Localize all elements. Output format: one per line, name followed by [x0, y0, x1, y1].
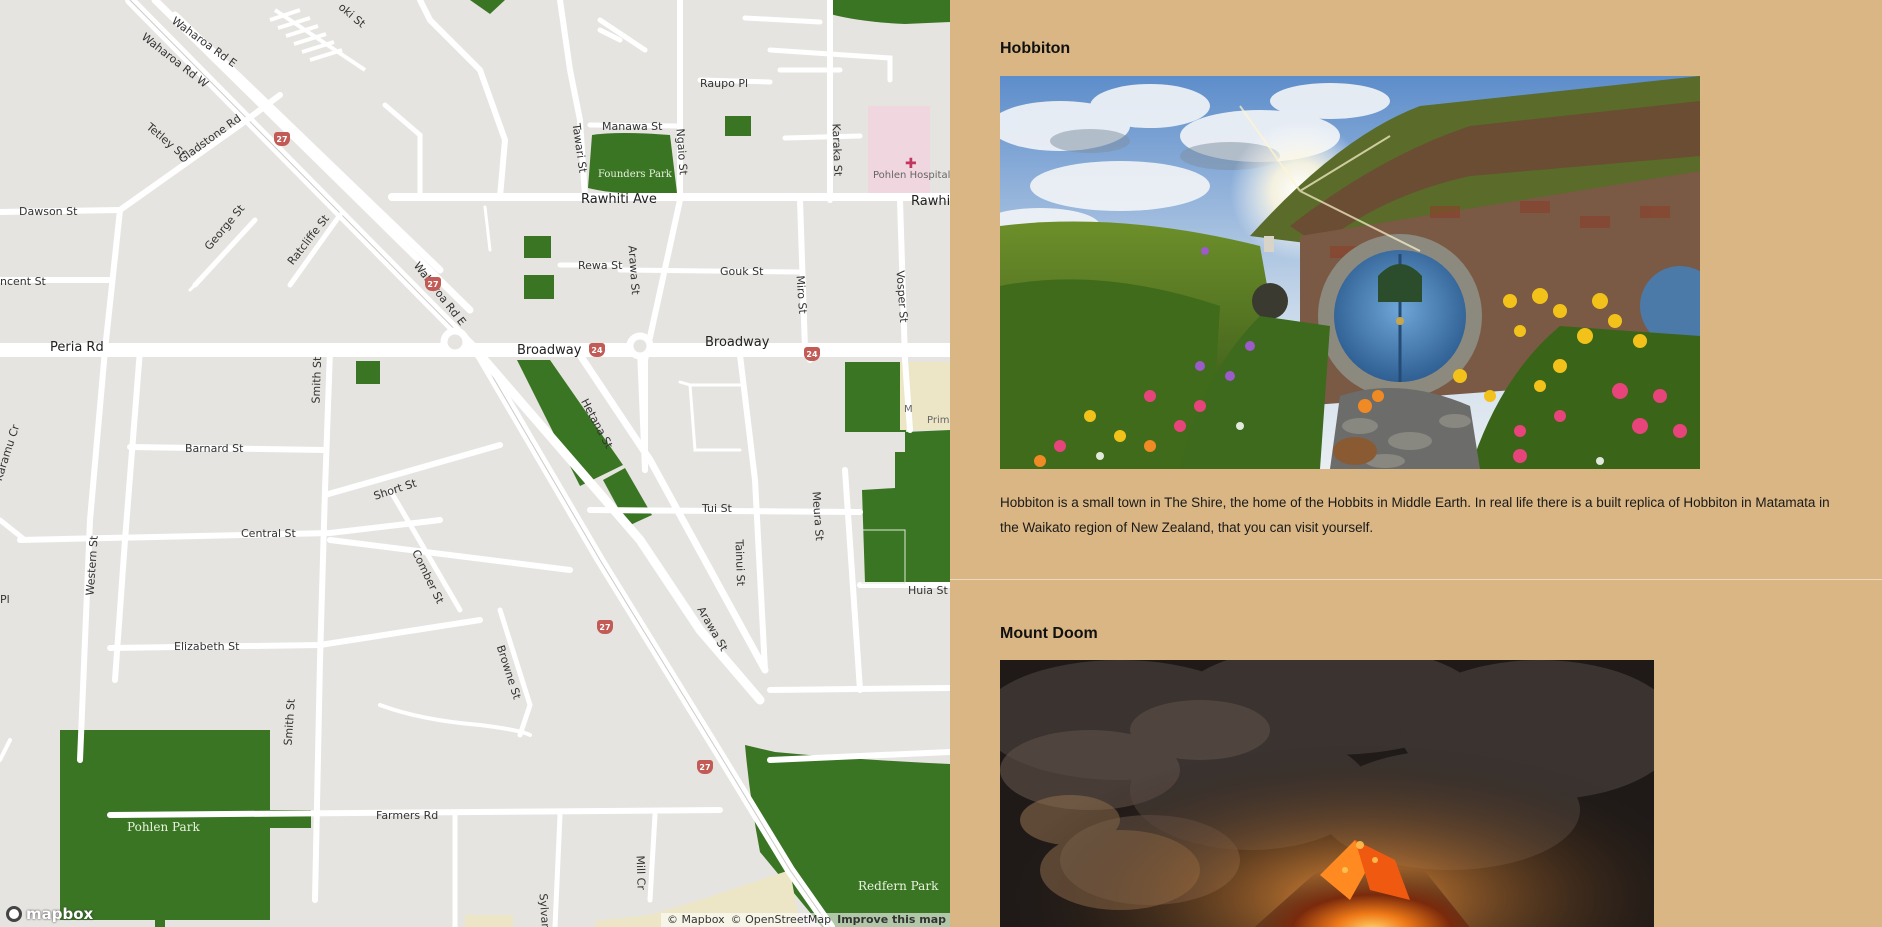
location-card-mount-doom[interactable]: Mount Doom: [950, 580, 1882, 927]
street-label: Central St: [241, 527, 296, 540]
locations-panel[interactable]: Hobbiton Hobbiton is a small town in The…: [950, 0, 1882, 927]
street-label: Dawson St: [19, 205, 78, 218]
mapbox-logo-icon: [6, 906, 22, 922]
school-label: M: [904, 404, 913, 415]
highway-shield: 27: [597, 620, 613, 634]
street-label: Manawa St: [602, 120, 663, 133]
highway-shield: 27: [425, 277, 441, 291]
street-label: Farmers Rd: [376, 809, 439, 822]
street-label: Gouk St: [720, 265, 764, 278]
street-label: Rawhit: [911, 194, 950, 209]
street-label: Karaka St: [829, 123, 845, 177]
street-label: Barnard St: [185, 442, 244, 455]
street-label: Mill Cr: [633, 855, 648, 891]
street-label: Smith St: [309, 356, 325, 404]
street-label: Elizabeth St: [174, 640, 240, 653]
street-label: Vosper St: [893, 270, 911, 324]
park-label-founders: Founders Park: [598, 169, 672, 180]
mount-doom-photo: [1000, 660, 1654, 927]
highway-shield: 24: [589, 343, 605, 357]
mount-doom-image: [1000, 660, 1654, 927]
attribution-mapbox-link[interactable]: © Mapbox: [667, 913, 725, 927]
street-label: Tui St: [702, 502, 732, 515]
park-label-pohlen: Pohlen Park: [127, 820, 200, 834]
mapbox-logo[interactable]: mapbox: [6, 905, 93, 923]
map-base: [0, 0, 950, 927]
park-label-redfern: Redfern Park: [858, 879, 939, 893]
improve-map-link[interactable]: Improve this map: [837, 913, 946, 927]
street-label: Ngaio St: [673, 128, 690, 176]
street-label: Sylvan Pl: [536, 893, 553, 927]
highway-shield: 27: [274, 132, 290, 146]
card-title: Mount Doom: [1000, 625, 1098, 642]
street-label: Meura St: [809, 491, 826, 542]
street-label: Pl: [0, 593, 10, 606]
hobbiton-image: [1000, 76, 1700, 469]
highway-shield: 27: [697, 760, 713, 774]
mapbox-logo-text: mapbox: [26, 905, 94, 923]
map[interactable]: Waharoa Rd E Waharoa Rd W oki St Tetley …: [0, 0, 950, 927]
street-label: Arawa St: [625, 245, 642, 296]
street-label: Broadway: [705, 335, 770, 350]
school-label-2: Prim: [927, 415, 950, 426]
street-label: Rawhiti Ave: [581, 192, 657, 207]
card-title: Hobbiton: [1000, 40, 1071, 57]
street-label: Tainui St: [732, 539, 748, 587]
street-label: Raupo Pl: [700, 77, 749, 90]
card-description: Hobbiton is a small town in The Shire, t…: [1000, 495, 1830, 535]
street-label: Huia St: [908, 584, 948, 597]
highway-shield: 24: [804, 347, 820, 361]
hospital-label: Pohlen Hospital: [873, 170, 950, 181]
street-label: Smith St: [281, 698, 298, 746]
map-attribution: © Mapbox © OpenStreetMap Improve this ma…: [661, 913, 950, 927]
street-label: Broadway: [517, 343, 582, 358]
street-label: Rewa St: [578, 259, 623, 272]
street-label: ncent St: [0, 275, 46, 288]
street-label: Miro St: [793, 275, 810, 315]
location-card-hobbiton[interactable]: Hobbiton Hobbiton is a small town in The…: [950, 0, 1882, 579]
street-label: Peria Rd: [50, 340, 104, 355]
attribution-osm-link[interactable]: © OpenStreetMap: [731, 913, 832, 927]
hobbiton-photo: [1000, 76, 1700, 469]
hospital-icon: ✚: [905, 156, 917, 172]
